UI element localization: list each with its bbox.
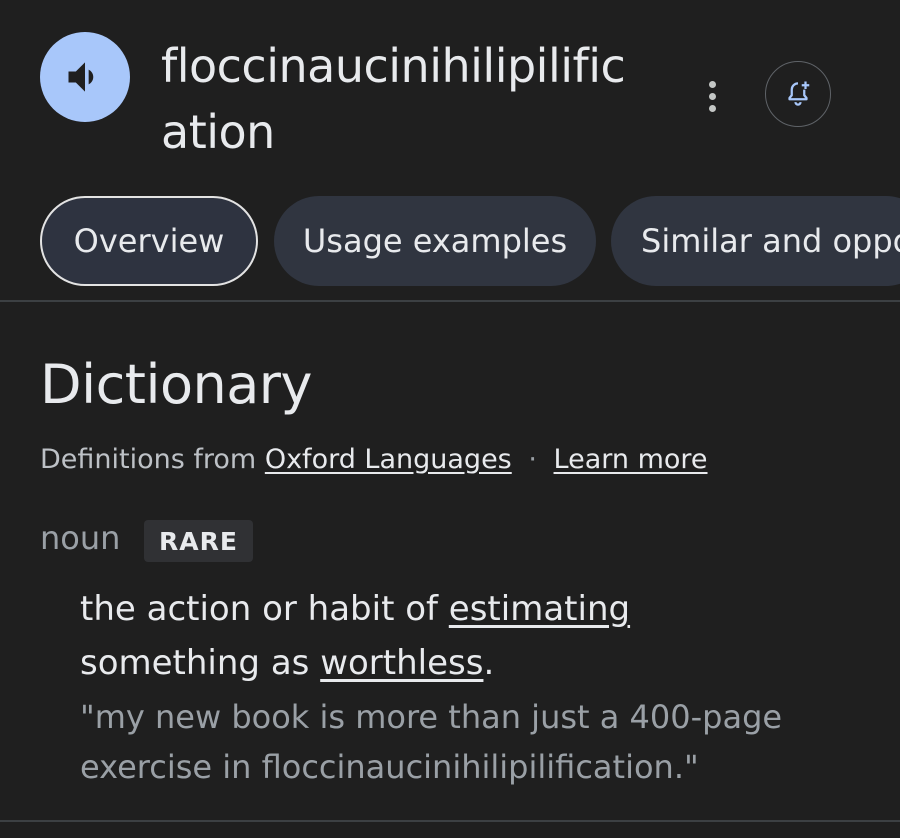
- tab-overview[interactable]: Overview: [40, 196, 258, 286]
- section-heading: Dictionary: [40, 353, 312, 416]
- usage-example: "my new book is more than just a 400-pag…: [80, 698, 783, 786]
- tab-similar-opposite[interactable]: Similar and opposite words: [611, 196, 900, 286]
- definition-text: the action or habit of estimating someth…: [80, 582, 780, 690]
- tab-label: Usage examples: [302, 222, 568, 260]
- volume-up-icon: [68, 62, 94, 92]
- definition-part: the action or habit of: [80, 589, 449, 629]
- learn-more-link[interactable]: Learn more: [554, 444, 708, 475]
- divider: [0, 300, 900, 302]
- tab-usage-examples[interactable]: Usage examples: [274, 196, 596, 286]
- word-title: floccinaucinihilipilification: [161, 39, 626, 159]
- tab-label: Overview: [73, 222, 225, 260]
- more-vert-icon: [708, 80, 716, 88]
- pronunciation-button[interactable]: [40, 32, 130, 122]
- worthless-link[interactable]: worthless: [320, 643, 483, 683]
- more-options-button[interactable]: [695, 70, 729, 122]
- source-prefix: Definitions from: [40, 444, 257, 475]
- tab-label: Similar and opposite words: [641, 222, 900, 260]
- more-vert-icon-dot: [708, 104, 716, 112]
- add-alert-button[interactable]: [765, 61, 831, 127]
- oxford-languages-link[interactable]: Oxford Languages: [265, 444, 512, 475]
- definition-part: something as: [80, 643, 321, 683]
- add-alert-icon: [788, 81, 810, 106]
- definition-part: .: [483, 643, 495, 683]
- part-of-speech: noun: [40, 519, 121, 557]
- more-vert-icon-dot: [708, 92, 716, 100]
- rare-badge: RARE: [144, 520, 253, 562]
- estimating-link[interactable]: estimating: [449, 589, 630, 629]
- separator: ·: [528, 444, 537, 475]
- divider: [0, 820, 900, 822]
- definitions-source: Definitions from Oxford Languages · Lear…: [40, 440, 708, 480]
